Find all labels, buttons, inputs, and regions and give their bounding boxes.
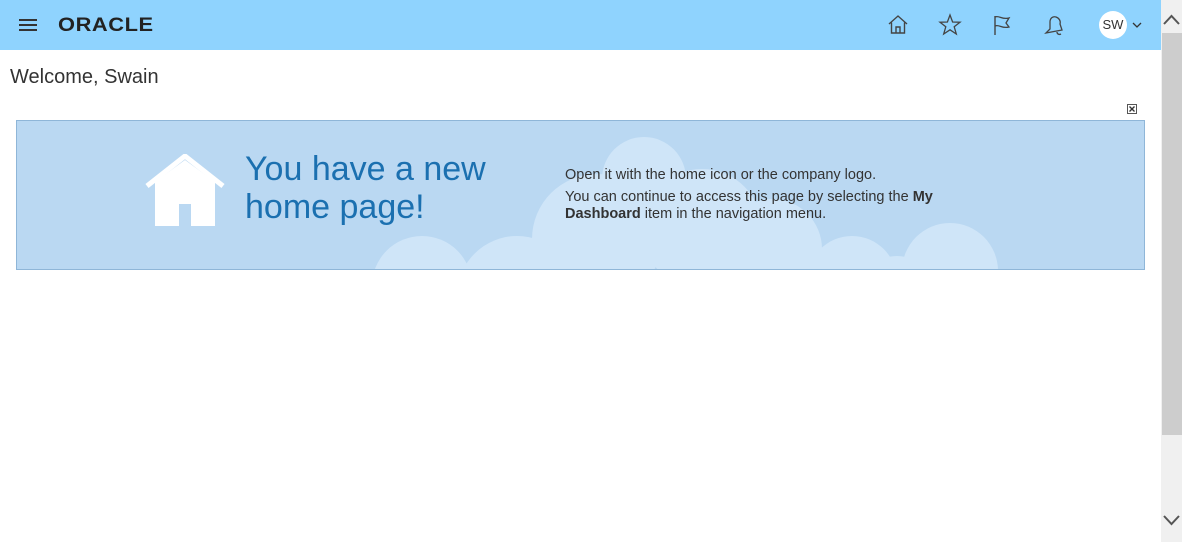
banner-headline: You have a new home page!	[245, 150, 486, 226]
scrollbar-thumb[interactable]	[1162, 33, 1182, 435]
avatar[interactable]: SW	[1099, 11, 1127, 39]
star-icon[interactable]	[937, 12, 963, 38]
flag-icon[interactable]	[989, 12, 1015, 38]
banner-description: Open it with the home icon or the compan…	[565, 167, 965, 228]
home-page-illustration	[145, 154, 225, 226]
welcome-message: Welcome, Swain	[10, 66, 159, 88]
menu-icon[interactable]	[17, 16, 39, 34]
banner-line-1: Open it with the home icon or the compan…	[565, 167, 877, 183]
bell-icon[interactable]	[1041, 12, 1067, 38]
scroll-down-arrow-icon[interactable]	[1161, 510, 1182, 530]
scroll-up-arrow-icon[interactable]	[1161, 10, 1182, 30]
vertical-scrollbar[interactable]	[1161, 0, 1182, 542]
banner-line-2-prefix: You can continue to access this page by …	[565, 189, 913, 205]
banner-line-2-suffix: item in the navigation menu.	[640, 206, 827, 222]
close-icon[interactable]	[1126, 103, 1138, 115]
banner-line-2: You can continue to access this page by …	[565, 189, 965, 223]
top-navigation-bar: ORACLE SW	[0, 0, 1161, 50]
chevron-down-icon[interactable]	[1131, 20, 1143, 30]
home-icon[interactable]	[885, 12, 911, 38]
new-home-page-banner: You have a new home page! Open it with t…	[16, 120, 1145, 270]
company-logo[interactable]: ORACLE	[58, 15, 154, 37]
